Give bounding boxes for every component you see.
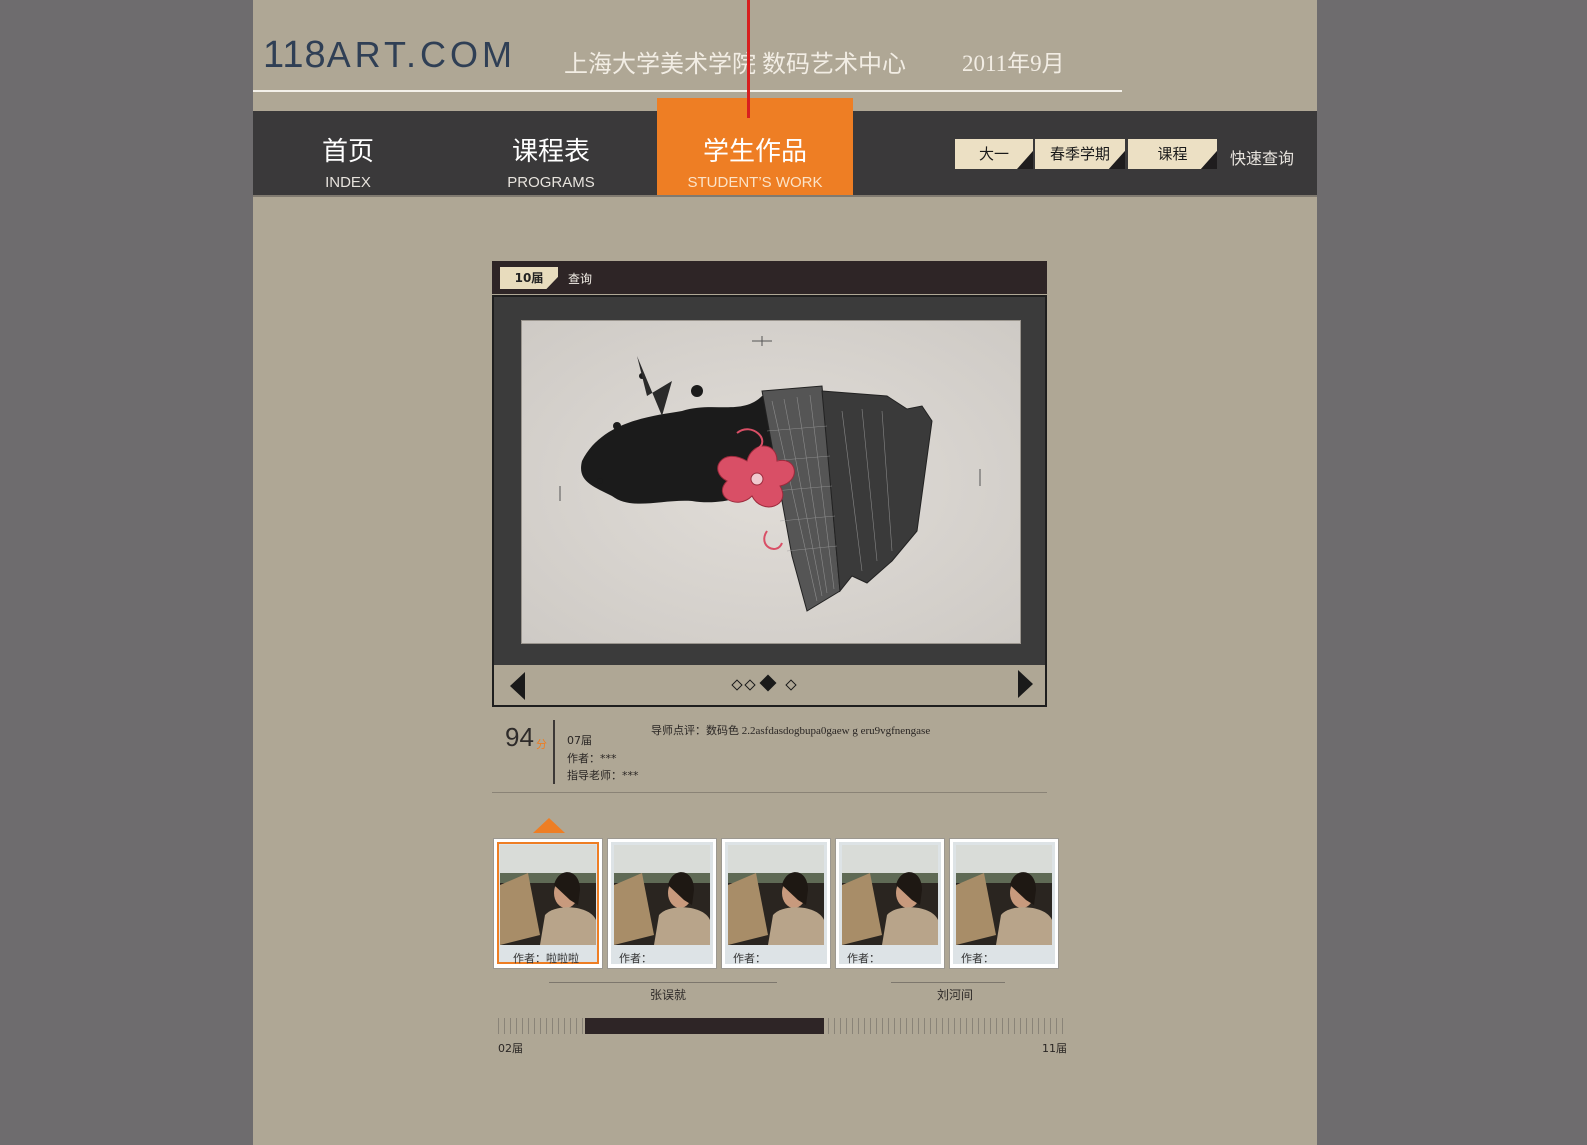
- thumbnail[interactable]: 作者：: [607, 838, 717, 969]
- group-divider: [549, 982, 777, 983]
- thumbnail-caption: 作者：: [619, 952, 652, 965]
- timeline-start-label: 02届: [498, 1042, 523, 1055]
- nav-item-student-work[interactable]: 学生作品 STUDENT’S WORK: [657, 98, 853, 195]
- work-edition: 07届: [567, 734, 592, 747]
- quick-select-term[interactable]: 春季学期: [1035, 139, 1125, 169]
- thumbnail-caption: 作者：: [733, 952, 766, 965]
- nav-sublabel: PROGRAMS: [507, 174, 595, 191]
- artwork-image[interactable]: [521, 320, 1021, 644]
- thumbnail-frame: 作者：: [839, 842, 941, 965]
- score-value: 94: [505, 722, 534, 752]
- thumbnail[interactable]: 作者：: [949, 838, 1059, 969]
- viewer-controls: [494, 665, 1045, 705]
- thumbnail-frame: 作者：: [953, 842, 1055, 965]
- header-divider: [253, 90, 1122, 92]
- thumbnail-frame: 作者：啦啦啦: [497, 842, 599, 965]
- page-dot-active[interactable]: [759, 674, 777, 692]
- group-name[interactable]: 刘河间: [937, 986, 973, 1003]
- next-arrow-icon[interactable]: [1018, 670, 1033, 698]
- review-text: 数码色 2.2asfdasdogbupa0gaew g eru9vgfnenga…: [706, 725, 931, 737]
- thumbnail-frame: 作者：: [611, 842, 713, 965]
- info-rule: [492, 792, 1047, 793]
- nav-sublabel: STUDENT’S WORK: [687, 174, 823, 191]
- nav-divider: [253, 195, 1317, 197]
- work-author: 作者：***: [567, 752, 617, 765]
- thumbnail[interactable]: 作者：啦啦啦: [493, 838, 603, 969]
- main-nav: 首页 INDEX 课程表 PROGRAMS 学生作品 STUDENT’S WOR…: [253, 98, 1317, 195]
- work-advisor: 指导老师：***: [567, 769, 639, 782]
- thumbnail-photo: [956, 845, 1052, 945]
- timeline-end-label: 11届: [1042, 1042, 1067, 1055]
- search-link[interactable]: 查询: [568, 270, 592, 287]
- group-name[interactable]: 张误就: [650, 986, 686, 1003]
- nav-label: 学生作品: [702, 137, 807, 167]
- advisor-review: 导师点评：数码色 2.2asfdasdogbupa0gaew g eru9vgf…: [651, 722, 930, 738]
- quick-search-button[interactable]: 快速查询: [1230, 145, 1294, 169]
- artwork-illustration: [559, 336, 981, 612]
- thumbnail-photo: [842, 845, 938, 945]
- page: 118ART.COM 上海大学美术学院 数码艺术中心 2011年9月 首页 IN…: [253, 0, 1317, 1145]
- thumbnail-photo: [728, 845, 824, 945]
- previous-arrow-icon[interactable]: [510, 672, 525, 700]
- viewer-toolbar: 10届 查询: [492, 261, 1047, 294]
- score-unit: 分: [536, 738, 547, 751]
- timeline-handle[interactable]: [585, 1018, 824, 1034]
- selection-pointer-icon: [533, 818, 565, 833]
- thumbnail-photo: [614, 845, 710, 945]
- site-logo[interactable]: 118ART.COM: [263, 34, 516, 77]
- thumbnail-caption: 作者：啦啦啦: [513, 952, 579, 965]
- nav-label: 课程表: [511, 137, 590, 167]
- review-label: 导师点评：: [651, 724, 706, 737]
- page-dot[interactable]: [785, 679, 797, 691]
- red-guide-line: [747, 0, 750, 118]
- page-dot[interactable]: [731, 679, 743, 691]
- artwork-viewer: [492, 295, 1047, 707]
- info-divider: [553, 720, 555, 784]
- header-date: 2011年9月: [962, 51, 1065, 76]
- nav-label: 首页: [321, 137, 374, 167]
- thumbnail-photo: [500, 845, 596, 945]
- thumbnail-caption: 作者：: [961, 952, 994, 965]
- thumbnail[interactable]: 作者：: [721, 838, 831, 969]
- quick-select-course[interactable]: 课程: [1128, 139, 1217, 169]
- header-title: 上海大学美术学院 数码艺术中心: [564, 52, 906, 78]
- group-divider: [891, 982, 1005, 983]
- thumbnail-frame: 作者：: [725, 842, 827, 965]
- edition-selector[interactable]: 10届: [500, 267, 558, 289]
- nav-item-programs[interactable]: 课程表 PROGRAMS: [453, 111, 649, 195]
- page-dot[interactable]: [744, 679, 756, 691]
- thumbnail[interactable]: 作者：: [835, 838, 945, 969]
- nav-item-index[interactable]: 首页 INDEX: [253, 111, 443, 195]
- thumbnail-caption: 作者：: [847, 952, 880, 965]
- nav-sublabel: INDEX: [325, 174, 371, 191]
